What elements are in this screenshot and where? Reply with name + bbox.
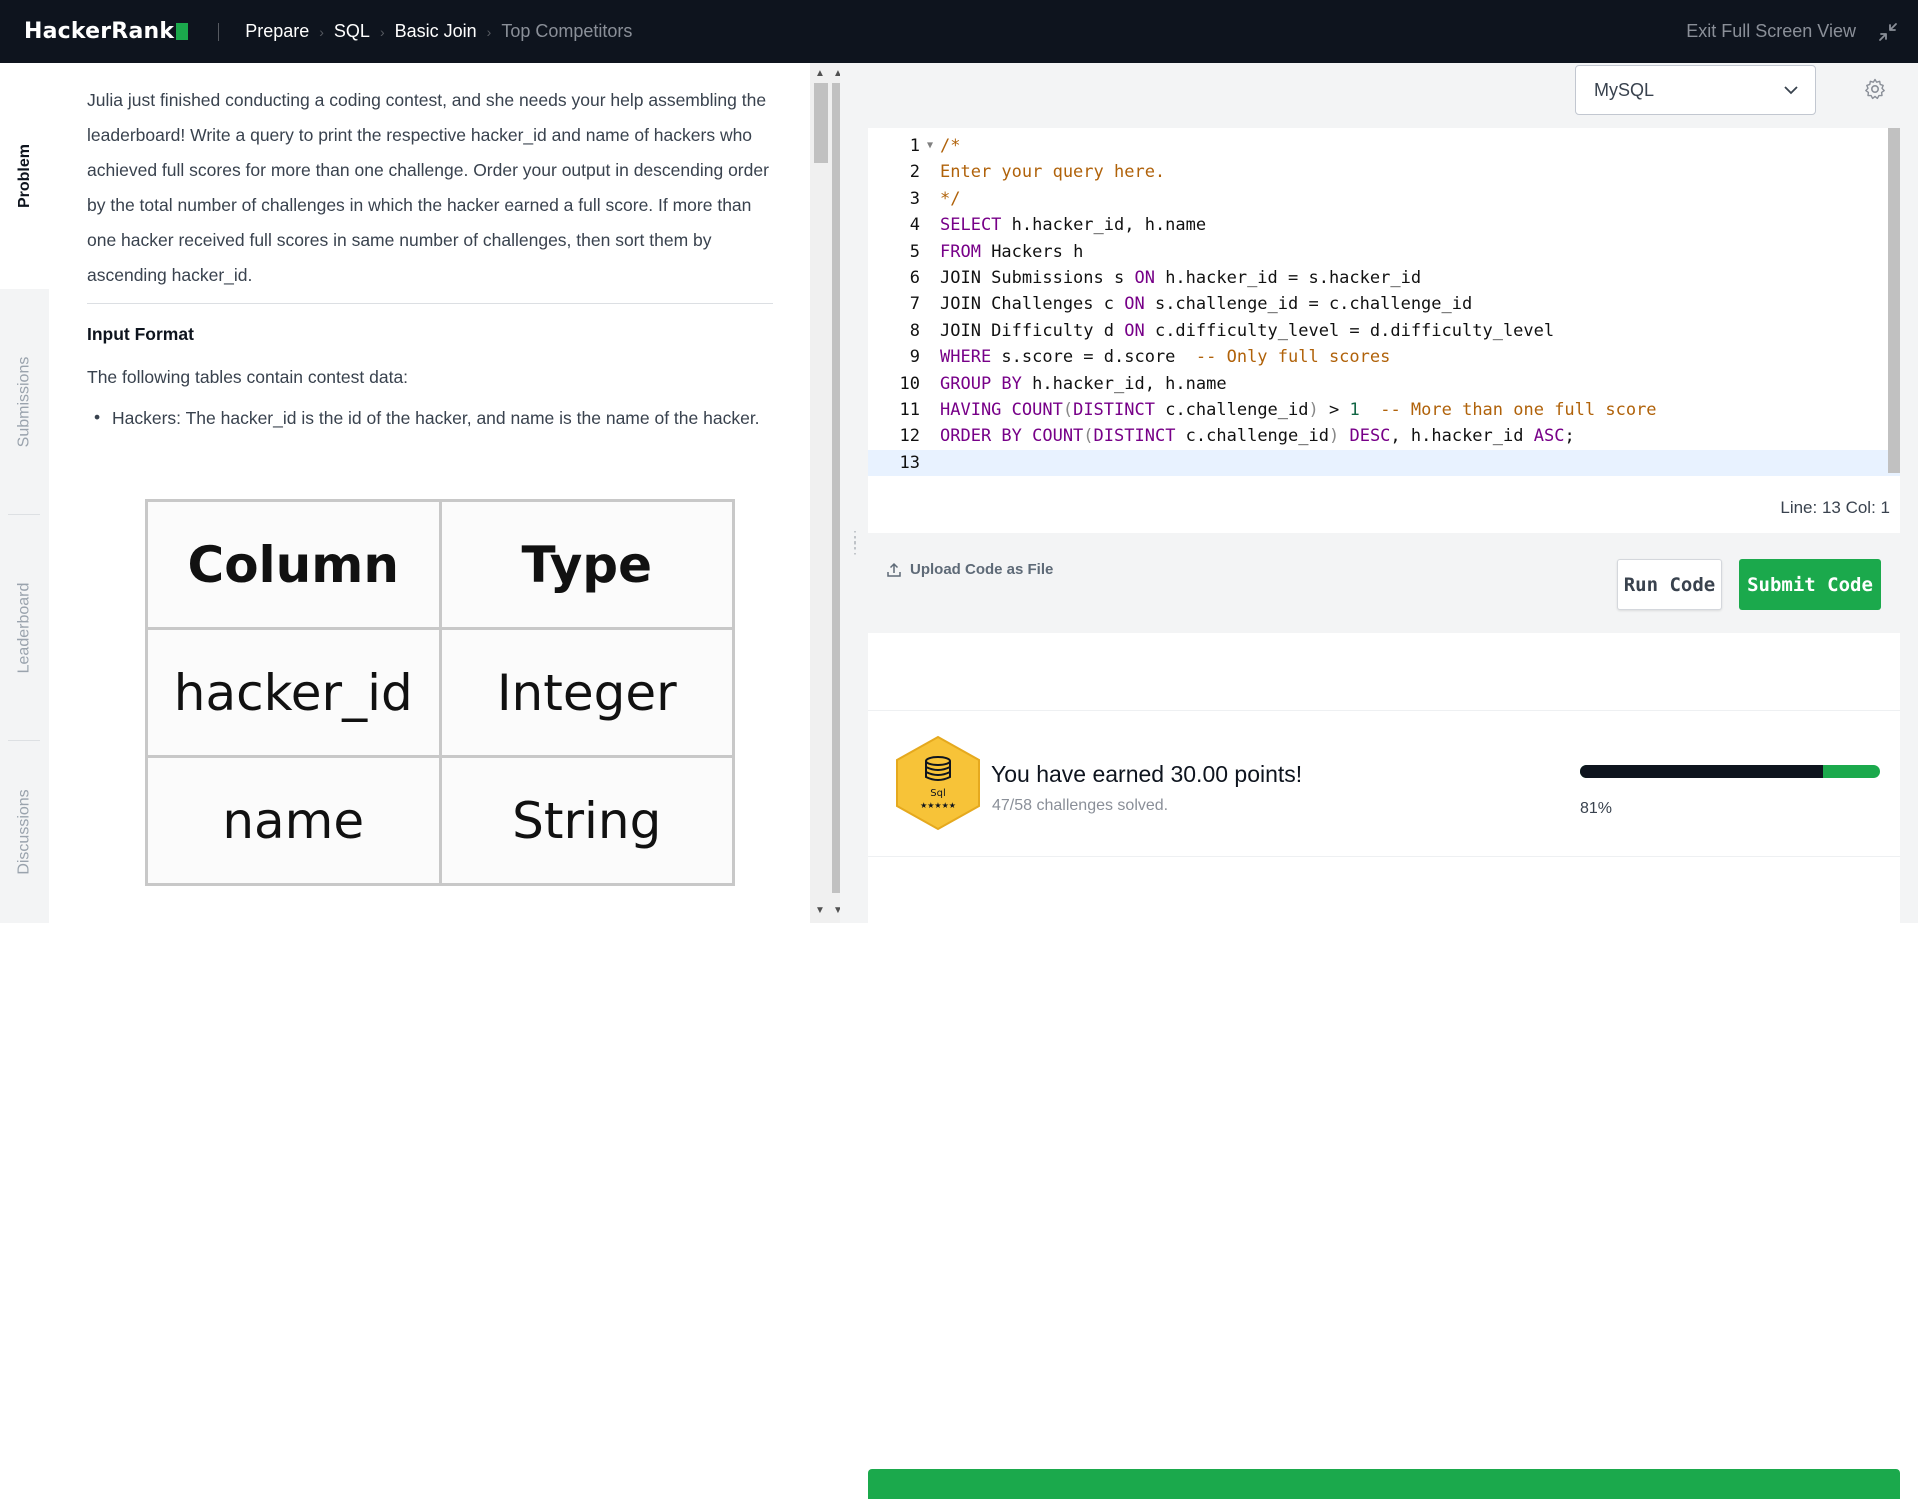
table-header-cell: Column bbox=[145, 499, 442, 630]
table-row: name String bbox=[145, 755, 735, 886]
tab-problem[interactable]: Problem bbox=[0, 63, 49, 289]
cursor-position: Line: 13 Col: 1 bbox=[1780, 498, 1890, 517]
editor-scrollbar[interactable] bbox=[1888, 128, 1900, 473]
problem-statement: Julia just finished conducting a coding … bbox=[87, 83, 773, 293]
scroll-down-icon[interactable]: ▼ bbox=[815, 905, 825, 916]
code-line[interactable]: 1 ▼/* bbox=[868, 133, 1900, 159]
code-line[interactable]: 4 SELECT h.hacker_id, h.name bbox=[868, 212, 1900, 238]
upload-code-button[interactable]: Upload Code as File bbox=[886, 561, 1053, 578]
badge-stars: ★★★★★ bbox=[920, 801, 956, 810]
code-lines[interactable]: 1 ▼/* 2 Enter your query here. 3 */ 4 SEL… bbox=[868, 133, 1900, 477]
statement-line: Julia just finished conducting a coding … bbox=[87, 90, 767, 110]
points-summary: Sql ★★★★★ You have earned 30.00 points! … bbox=[868, 710, 1900, 857]
table-cell: hacker_id bbox=[145, 627, 442, 758]
chevron-down-icon bbox=[1784, 86, 1798, 95]
hackers-table-image: Column Type hacker_id Integer name Strin… bbox=[145, 499, 735, 886]
result-card: Sql ★★★★★ You have earned 30.00 points! … bbox=[868, 633, 1900, 1499]
chevron-right-icon: › bbox=[486, 23, 492, 40]
hackerrank-logo[interactable]: HackerRank bbox=[24, 19, 189, 44]
table-cell: name bbox=[145, 755, 442, 886]
tables-intro: The following tables contain contest dat… bbox=[87, 367, 409, 387]
breadcrumb-prepare[interactable]: Prepare bbox=[245, 21, 309, 42]
drag-handle-icon[interactable]: ⋮ ⋮ ⋮ bbox=[848, 529, 863, 555]
submit-code-button[interactable]: Submit Code bbox=[1739, 559, 1881, 610]
logo-text: HackerRank bbox=[24, 19, 175, 44]
tab-discussions[interactable]: Discussions bbox=[0, 741, 49, 923]
side-tabs: Problem Submissions Leaderboard Discussi… bbox=[0, 63, 49, 923]
scrollbar-thumb[interactable] bbox=[814, 83, 828, 163]
top-bar: HackerRank Prepare › SQL › Basic Join › … bbox=[0, 0, 1918, 63]
statement-line: leaderboard! Write a query to print the … bbox=[87, 125, 753, 145]
progress-fill bbox=[1580, 765, 1823, 778]
table-cell: Integer bbox=[438, 627, 735, 758]
problem-scrollbar[interactable]: ▲ ▲ ▼ ▼ bbox=[810, 63, 843, 923]
tab-leaderboard[interactable]: Leaderboard bbox=[0, 515, 49, 741]
upload-code-label: Upload Code as File bbox=[910, 561, 1054, 578]
chevron-right-icon: › bbox=[379, 23, 385, 40]
code-line[interactable]: 11 HAVING COUNT(DISTINCT c.challenge_id)… bbox=[868, 397, 1900, 423]
sql-badge-icon: Sql ★★★★★ bbox=[896, 735, 980, 831]
scrollbar-thumb-outer[interactable] bbox=[832, 83, 840, 893]
badge-label: Sql bbox=[930, 788, 945, 799]
code-editor[interactable]: 1 ▼/* 2 Enter your query here. 3 */ 4 SEL… bbox=[868, 128, 1900, 533]
tab-submissions-label: Submissions bbox=[15, 356, 33, 448]
compress-icon[interactable] bbox=[1876, 20, 1900, 44]
input-format-heading: Input Format bbox=[87, 324, 194, 344]
code-line[interactable]: 5 FROM Hackers h bbox=[868, 239, 1900, 265]
breadcrumb-sql[interactable]: SQL bbox=[334, 21, 370, 42]
next-challenge-banner[interactable] bbox=[868, 1469, 1900, 1499]
language-select[interactable]: MySQL bbox=[1575, 65, 1816, 115]
statement-line: by the total number of challenges in whi… bbox=[87, 195, 752, 215]
statement-line: ascending hacker_id. bbox=[87, 265, 253, 285]
logo-mark bbox=[176, 23, 189, 40]
tab-submissions[interactable]: Submissions bbox=[0, 289, 49, 515]
breadcrumb-basic-join[interactable]: Basic Join bbox=[395, 21, 477, 42]
breadcrumb: Prepare › SQL › Basic Join › Top Competi… bbox=[245, 21, 632, 42]
code-line[interactable]: 8 JOIN Difficulty d ON c.difficulty_leve… bbox=[868, 318, 1900, 344]
progress-bar bbox=[1580, 765, 1880, 778]
tab-problem-label: Problem bbox=[15, 143, 33, 209]
problem-panel: Julia just finished conducting a coding … bbox=[49, 63, 810, 923]
code-line[interactable]: 12 ORDER BY COUNT(DISTINCT c.challenge_i… bbox=[868, 423, 1900, 449]
editor-pane: MySQL 1 ▼/* 2 Enter your query here. 3 */… bbox=[868, 63, 1918, 1499]
challenges-solved: 47/58 challenges solved. bbox=[992, 797, 1169, 814]
divider bbox=[87, 303, 773, 304]
run-code-button[interactable]: Run Code bbox=[1617, 559, 1722, 610]
tab-leaderboard-label: Leaderboard bbox=[15, 582, 33, 674]
code-line[interactable]: 3 */ bbox=[868, 186, 1900, 212]
upload-icon bbox=[887, 562, 901, 577]
code-line[interactable]: 10 GROUP BY h.hacker_id, h.name bbox=[868, 371, 1900, 397]
statement-line: achieved full scores for more than one c… bbox=[87, 160, 769, 180]
code-line[interactable]: 9 WHERE s.score = d.score -- Only full s… bbox=[868, 344, 1900, 370]
exit-full-screen-link[interactable]: Exit Full Screen View bbox=[1686, 21, 1856, 42]
table-header-cell: Type bbox=[438, 499, 735, 630]
points-earned: You have earned 30.00 points! bbox=[991, 761, 1303, 787]
code-line-active[interactable]: 13 bbox=[868, 449, 1900, 477]
tab-discussions-label: Discussions bbox=[15, 789, 33, 875]
language-value: MySQL bbox=[1594, 79, 1655, 100]
chevron-right-icon: › bbox=[319, 23, 324, 40]
gear-icon[interactable] bbox=[1863, 77, 1887, 101]
code-line[interactable]: 2 Enter your query here. bbox=[868, 159, 1900, 185]
bullet-hackers: Hackers: The hacker_id is the id of the … bbox=[94, 407, 773, 429]
pane-splitter[interactable]: ⋮ ⋮ ⋮ bbox=[840, 63, 868, 923]
table-row: hacker_id Integer bbox=[145, 627, 735, 758]
code-line[interactable]: 6 JOIN Submissions s ON h.hacker_id = s.… bbox=[868, 265, 1900, 291]
divider bbox=[218, 22, 220, 41]
scroll-up-icon[interactable]: ▲ bbox=[815, 68, 825, 79]
table-cell: String bbox=[438, 755, 735, 886]
code-line[interactable]: 7 JOIN Challenges c ON s.challenge_id = … bbox=[868, 291, 1900, 317]
breadcrumb-top-competitors: Top Competitors bbox=[501, 21, 633, 41]
statement-line: one hacker received full scores in same … bbox=[87, 230, 712, 250]
progress-percent: 81% bbox=[1580, 800, 1613, 817]
